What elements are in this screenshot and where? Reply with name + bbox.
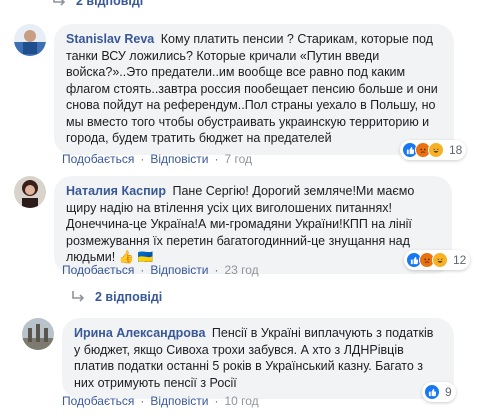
reaction-count: 9 bbox=[445, 385, 452, 399]
comment-timestamp[interactable]: 23 год bbox=[224, 263, 258, 277]
haha-reaction-icon bbox=[432, 252, 448, 268]
replies-link[interactable]: 2 відповіді bbox=[71, 290, 162, 304]
haha-reaction-icon bbox=[428, 142, 444, 158]
replies-link-top[interactable]: 2 відповіді bbox=[52, 0, 143, 8]
avatar[interactable] bbox=[14, 24, 46, 56]
reaction-count: 18 bbox=[449, 143, 463, 157]
avatar[interactable] bbox=[14, 176, 46, 208]
reactions-summary[interactable]: 9 bbox=[422, 382, 456, 402]
reaction-count: 12 bbox=[453, 253, 467, 267]
separator-dot: · bbox=[140, 263, 145, 277]
comment-author[interactable]: Наталия Каспир bbox=[66, 184, 166, 198]
comment-text: Кому платить пенсии ? Старикам, которые … bbox=[66, 32, 438, 145]
reply-action[interactable]: Відповісти bbox=[150, 152, 208, 166]
comment-author[interactable]: Ирина Александрова bbox=[74, 326, 205, 340]
reply-arrow-icon bbox=[71, 290, 85, 304]
comment-actions: Подобається · Відповісти · 10 год bbox=[62, 394, 259, 408]
reply-arrow-icon bbox=[52, 0, 66, 8]
reactions-summary[interactable]: 12 bbox=[404, 250, 471, 270]
separator-dot: · bbox=[140, 152, 145, 166]
comment: Stanislav Reva Кому платить пенсии ? Ста… bbox=[14, 24, 493, 166]
like-action[interactable]: Подобається bbox=[62, 394, 134, 408]
separator-dot: · bbox=[214, 394, 219, 408]
like-action[interactable]: Подобається bbox=[62, 263, 134, 277]
reply-action[interactable]: Відповісти bbox=[150, 394, 208, 408]
comment: Наталия Каспир Пане Сергію! Дорогий земл… bbox=[14, 176, 493, 277]
comment-bubble: Наталия Каспир Пане Сергію! Дорогий земл… bbox=[54, 176, 452, 274]
avatar[interactable] bbox=[22, 318, 54, 350]
comment: Ирина Александрова Пенсії в Україні випл… bbox=[22, 318, 493, 418]
comment-timestamp[interactable]: 7 год bbox=[224, 152, 252, 166]
replies-link-label: 2 відповіді bbox=[95, 290, 163, 304]
separator-dot: · bbox=[214, 263, 219, 277]
like-reaction-icon bbox=[424, 384, 440, 400]
comment-bubble: Ирина Александрова Пенсії в Україні випл… bbox=[62, 318, 454, 399]
comment-bubble: Stanislav Reva Кому платить пенсии ? Ста… bbox=[54, 24, 454, 155]
reactions-summary[interactable]: 18 bbox=[400, 140, 467, 160]
separator-dot: · bbox=[214, 152, 219, 166]
like-action[interactable]: Подобається bbox=[62, 152, 134, 166]
separator-dot: · bbox=[140, 394, 145, 408]
replies-link-label: 2 відповіді bbox=[76, 0, 144, 8]
comment-timestamp[interactable]: 10 год bbox=[224, 394, 258, 408]
comment-actions: Подобається · Відповісти · 7 год bbox=[62, 152, 252, 166]
reply-action[interactable]: Відповісти bbox=[150, 263, 208, 277]
comment-author[interactable]: Stanislav Reva bbox=[66, 32, 154, 46]
comment-actions: Подобається · Відповісти · 23 год bbox=[62, 263, 259, 277]
